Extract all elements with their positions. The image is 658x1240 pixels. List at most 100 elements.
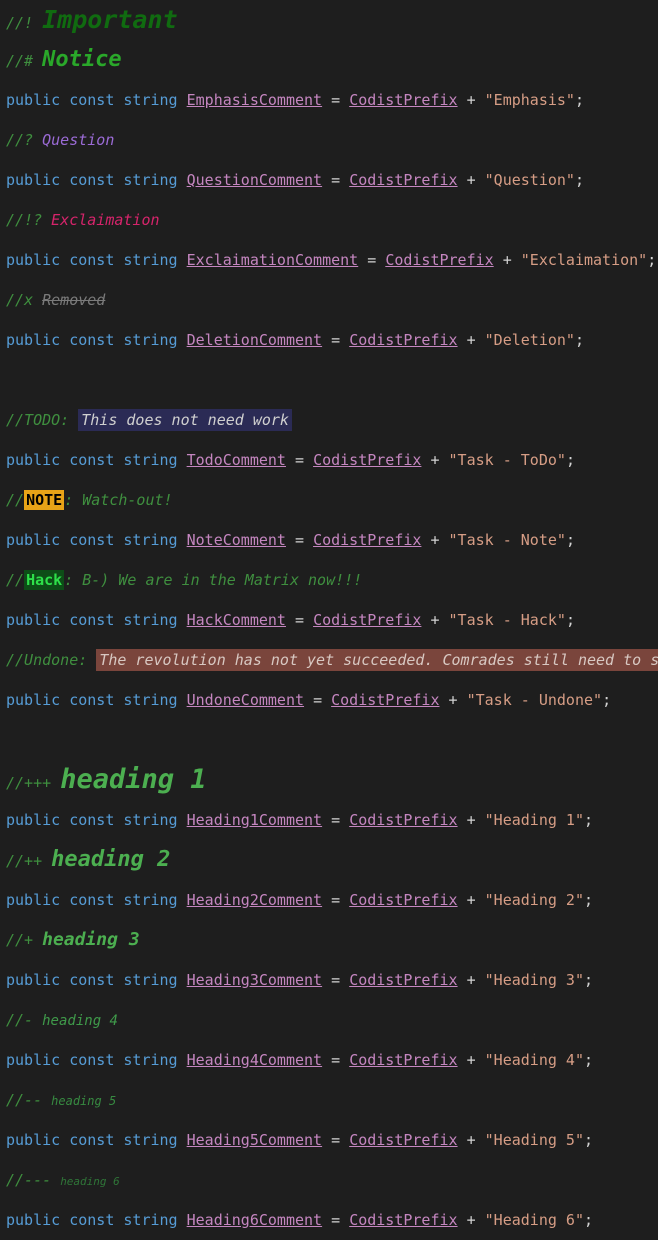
assignment-operator: = <box>331 811 341 829</box>
string-literal: "Task - ToDo" <box>448 451 566 469</box>
assignment-operator: = <box>367 251 377 269</box>
assignment-operator: = <box>331 971 341 989</box>
code-line[interactable]: public const string Heading2Comment = Co… <box>0 880 658 920</box>
code-line[interactable]: public const string NoteComment = Codist… <box>0 520 658 560</box>
statement-terminator: ; <box>647 251 657 269</box>
keyword-public: public <box>6 811 61 829</box>
comment-line[interactable]: //++ heading 2 <box>0 840 658 880</box>
comment-marker: //+++ <box>6 774 61 792</box>
statement-terminator: ; <box>565 451 575 469</box>
comment-line[interactable]: //? Question <box>0 120 658 160</box>
string-literal: "Heading 3" <box>484 971 584 989</box>
keyword-public: public <box>6 1051 61 1069</box>
field-identifier: NoteComment <box>186 531 286 549</box>
comment-line[interactable]: //TODO: This does not need work <box>0 400 658 440</box>
assignment-operator: = <box>331 1211 341 1229</box>
code-line[interactable]: public const string Heading1Comment = Co… <box>0 800 658 840</box>
keyword-const: const <box>69 891 115 909</box>
comment-line[interactable]: //--- heading 6 <box>0 1160 658 1200</box>
comment-text-h6: heading 6 <box>60 1175 120 1188</box>
comment-marker: //! <box>6 14 43 32</box>
keyword-const: const <box>69 451 115 469</box>
assignment-operator: = <box>295 611 305 629</box>
code-line[interactable]: public const string Heading3Comment = Co… <box>0 960 658 1000</box>
comment-marker: //++ <box>6 852 52 870</box>
comment-marker: //x <box>6 291 43 309</box>
field-identifier: Heading2Comment <box>186 891 323 909</box>
comment-line[interactable]: //Undone: The revolution has not yet suc… <box>0 640 658 680</box>
comment-marker: //!? <box>6 211 52 229</box>
comment-line[interactable]: //x Removed <box>0 280 658 320</box>
prefix-identifier: CodistPrefix <box>349 331 458 349</box>
field-identifier: QuestionComment <box>186 171 323 189</box>
assignment-operator: = <box>313 691 323 709</box>
comment-line[interactable]: //+++ heading 1 <box>0 760 658 800</box>
concat-operator: + <box>466 1131 476 1149</box>
code-line[interactable]: public const string Heading4Comment = Co… <box>0 1040 658 1080</box>
hack-message: : B-) We are in the Matrix now!!! <box>64 571 363 589</box>
keyword-public: public <box>6 531 61 549</box>
code-line[interactable]: public const string ExclaimationComment … <box>0 240 658 280</box>
todo-message: This does not need work <box>78 409 292 431</box>
comment-text-question: Question <box>42 131 115 149</box>
keyword-string: string <box>123 531 178 549</box>
prefix-identifier: CodistPrefix <box>331 691 440 709</box>
comment-line[interactable]: //- heading 4 <box>0 1000 658 1040</box>
assignment-operator: = <box>331 331 341 349</box>
string-literal: "Exclaimation" <box>520 251 648 269</box>
undone-message: The revolution has not yet succeeded. Co… <box>96 649 658 671</box>
keyword-string: string <box>123 171 178 189</box>
keyword-const: const <box>69 331 115 349</box>
comment-marker: //- <box>6 1011 43 1029</box>
statement-terminator: ; <box>584 1131 594 1149</box>
code-line[interactable]: public const string DeletionComment = Co… <box>0 320 658 360</box>
string-literal: "Heading 4" <box>484 1051 584 1069</box>
assignment-operator: = <box>331 1131 341 1149</box>
field-identifier: Heading4Comment <box>186 1051 323 1069</box>
field-identifier: Heading6Comment <box>186 1211 323 1229</box>
keyword-string: string <box>123 1211 178 1229</box>
comment-line[interactable]: //+ heading 3 <box>0 920 658 960</box>
comment-line[interactable]: //!? Exclaimation <box>0 200 658 240</box>
statement-terminator: ; <box>602 691 612 709</box>
code-line[interactable]: public const string UndoneComment = Codi… <box>0 680 658 720</box>
code-line[interactable]: public const string TodoComment = Codist… <box>0 440 658 480</box>
comment-marker: //+ <box>6 931 43 949</box>
concat-operator: + <box>502 251 512 269</box>
comment-marker: //# <box>6 52 43 70</box>
keyword-const: const <box>69 171 115 189</box>
prefix-identifier: CodistPrefix <box>349 1211 458 1229</box>
concat-operator: + <box>430 451 440 469</box>
concat-operator: + <box>466 1211 476 1229</box>
code-editor-surface[interactable]: //! Important//# Notice public const stri… <box>0 0 658 1229</box>
comment-line[interactable]: //! Important <box>0 0 658 40</box>
code-line[interactable]: public const string Heading6Comment = Co… <box>0 1200 658 1240</box>
statement-terminator: ; <box>574 91 584 109</box>
keyword-const: const <box>69 1211 115 1229</box>
concat-operator: + <box>466 171 476 189</box>
comment-marker-undone: //Undone: <box>6 651 97 669</box>
statement-terminator: ; <box>574 171 584 189</box>
comment-text-h1: heading 1 <box>60 764 207 795</box>
comment-line[interactable]: //Hack: B-) We are in the Matrix now!!! <box>0 560 658 600</box>
comment-text-notice: Notice <box>42 47 122 72</box>
code-line[interactable]: public const string EmphasisComment = Co… <box>0 80 658 120</box>
comment-line[interactable]: //# Notice <box>0 40 658 80</box>
code-line[interactable]: public const string Heading5Comment = Co… <box>0 1120 658 1160</box>
keyword-const: const <box>69 251 115 269</box>
assignment-operator: = <box>331 891 341 909</box>
keyword-public: public <box>6 1211 61 1229</box>
hack-badge: Hack <box>24 570 65 590</box>
field-identifier: EmphasisComment <box>186 91 323 109</box>
prefix-identifier: CodistPrefix <box>313 531 422 549</box>
keyword-public: public <box>6 691 61 709</box>
comment-line[interactable]: //NOTE: Watch-out! <box>0 480 658 520</box>
code-line[interactable]: public const string HackComment = Codist… <box>0 600 658 640</box>
prefix-identifier: CodistPrefix <box>313 611 422 629</box>
string-literal: "Deletion" <box>484 331 575 349</box>
comment-line[interactable]: //-- heading 5 <box>0 1080 658 1120</box>
keyword-string: string <box>123 331 178 349</box>
prefix-identifier: CodistPrefix <box>349 1051 458 1069</box>
keyword-public: public <box>6 1131 61 1149</box>
code-line[interactable]: public const string QuestionComment = Co… <box>0 160 658 200</box>
